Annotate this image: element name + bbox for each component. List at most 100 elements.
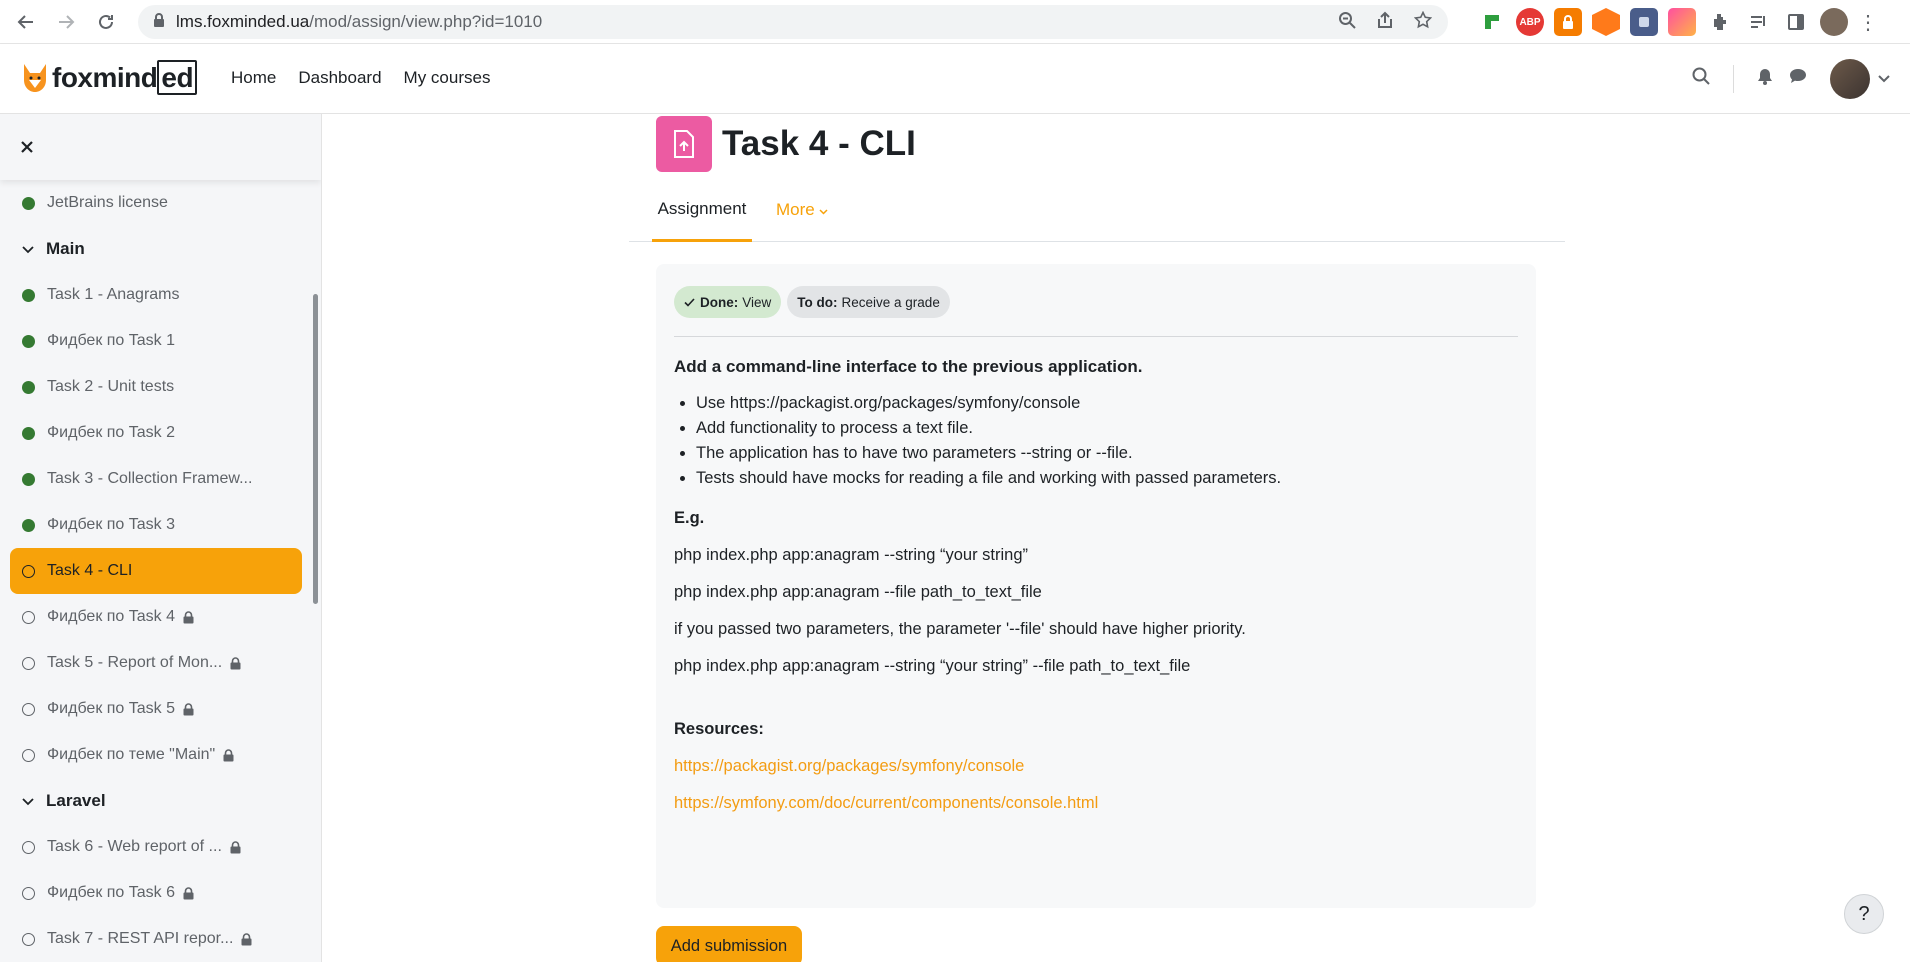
lock-icon bbox=[183, 611, 194, 624]
brave-icon[interactable] bbox=[1592, 8, 1620, 36]
completion-badges: Done: View To do: Receive a grade bbox=[674, 286, 1518, 318]
browser-toolbar: lms.foxminded.ua/mod/assign/view.php?id=… bbox=[0, 0, 1910, 44]
logo-text: foxmind ed bbox=[52, 60, 198, 95]
lock-extension-icon[interactable] bbox=[1554, 8, 1582, 36]
course-index-item[interactable]: Фидбек по Task 2 bbox=[0, 410, 312, 456]
bookmark-star-icon[interactable] bbox=[1413, 10, 1433, 34]
course-index-item[interactable]: Фидбек по Task 4 bbox=[0, 594, 312, 640]
foxminded-logo[interactable]: foxmind ed bbox=[20, 60, 198, 95]
course-index-item-label: Task 2 - Unit tests bbox=[47, 378, 175, 395]
chevron-down-icon[interactable] bbox=[1878, 70, 1890, 88]
example-line: if you passed two parameters, the parame… bbox=[674, 620, 1246, 638]
course-index-item-label: Task 3 - Collection Framew... bbox=[47, 470, 253, 487]
chevron-down-icon[interactable] bbox=[22, 241, 34, 257]
course-index-item[interactable]: Фидбек по Task 3 bbox=[0, 502, 312, 548]
green-extension-icon[interactable] bbox=[1478, 8, 1506, 36]
page-header: Task 4 - CLI bbox=[656, 116, 916, 172]
reload-icon[interactable] bbox=[86, 4, 126, 40]
zoom-icon[interactable] bbox=[1338, 11, 1356, 34]
course-index-item[interactable]: Task 5 - Report of Mon... bbox=[0, 640, 312, 686]
course-index-item-label: Фидбек по Task 6 bbox=[47, 884, 176, 901]
gradient-extension-icon[interactable] bbox=[1668, 8, 1696, 36]
add-submission-button[interactable]: Add submission bbox=[656, 926, 802, 962]
course-index-item[interactable]: Фидбек по Task 6 bbox=[0, 870, 312, 916]
course-index-item-label: Task 1 - Anagrams bbox=[47, 286, 180, 303]
completion-done-icon bbox=[22, 196, 35, 210]
tab-more[interactable]: More bbox=[776, 178, 828, 242]
nav-home[interactable]: Home bbox=[231, 68, 276, 88]
example-line: php index.php app:anagram --string “your… bbox=[674, 657, 1191, 675]
fox-logo-icon bbox=[20, 62, 50, 94]
done-badge-value: View bbox=[742, 294, 772, 310]
course-index-item[interactable]: Task 7 - REST API repor... bbox=[0, 916, 312, 962]
notifications-bell-icon[interactable] bbox=[1756, 67, 1774, 91]
user-menu[interactable] bbox=[1830, 59, 1890, 99]
divider bbox=[674, 336, 1518, 337]
drawer-scrollbar[interactable] bbox=[313, 294, 318, 604]
completion-done-icon bbox=[22, 426, 35, 440]
requirement-item: Tests should have mocks for reading a fi… bbox=[696, 466, 1518, 491]
completion-pending-icon bbox=[22, 610, 35, 624]
tab-assignment[interactable]: Assignment bbox=[652, 178, 752, 242]
url-text: lms.foxminded.ua/mod/assign/view.php?id=… bbox=[176, 12, 543, 31]
close-drawer-icon[interactable] bbox=[20, 134, 40, 160]
nav-my-courses[interactable]: My courses bbox=[404, 68, 491, 88]
help-button[interactable]: ? bbox=[1844, 894, 1884, 934]
forward-icon[interactable] bbox=[46, 4, 86, 40]
course-index-item-label: Фидбек по Task 5 bbox=[47, 700, 176, 717]
share-icon[interactable] bbox=[1376, 11, 1394, 34]
course-index-item[interactable]: Фидбек по теме "Main" bbox=[0, 732, 312, 778]
resource-link-symfony-docs[interactable]: https://symfony.com/doc/current/componen… bbox=[674, 794, 1518, 813]
course-index-drawer: JetBrains license Main Task 1 - Anagrams Фи… bbox=[0, 114, 322, 962]
puzzle-ext-icon[interactable] bbox=[1630, 8, 1658, 36]
todo-badge-label: To do: bbox=[797, 294, 838, 310]
adblock-icon[interactable]: ABP bbox=[1516, 8, 1544, 36]
nav-dashboard[interactable]: Dashboard bbox=[298, 68, 381, 88]
user-avatar[interactable] bbox=[1830, 59, 1870, 99]
section-header-laravel[interactable]: Laravel bbox=[0, 778, 312, 824]
todo-badge-value: Receive a grade bbox=[841, 294, 940, 310]
extensions-icon[interactable] bbox=[1706, 8, 1734, 36]
back-icon[interactable] bbox=[6, 4, 46, 40]
lock-icon bbox=[183, 887, 194, 900]
course-index-item-label: Task 7 - REST API repor... bbox=[47, 930, 234, 947]
messages-chat-icon[interactable] bbox=[1788, 67, 1808, 91]
completion-done-icon bbox=[22, 380, 35, 394]
course-index-item[interactable]: Task 4 - CLI bbox=[10, 548, 302, 594]
resource-link-symfony-packagist[interactable]: https://packagist.org/packages/symfony/c… bbox=[674, 757, 1518, 776]
section-header-main[interactable]: Main bbox=[0, 226, 312, 272]
course-index-item-label: Фидбек по Task 2 bbox=[47, 424, 176, 441]
completion-done-icon bbox=[22, 288, 35, 302]
side-panel-icon[interactable] bbox=[1782, 8, 1810, 36]
browser-menu-icon[interactable]: ⋮ bbox=[1858, 10, 1878, 35]
completion-pending-icon bbox=[22, 702, 35, 716]
course-index-item[interactable]: Task 3 - Collection Framew... bbox=[0, 456, 312, 502]
course-index-item-label: Task 6 - Web report of ... bbox=[47, 838, 222, 855]
completion-done-icon bbox=[22, 518, 35, 532]
course-index-item-label: Фидбек по Task 4 bbox=[47, 608, 176, 625]
requirement-item: The application has to have two paramete… bbox=[696, 441, 1518, 466]
reading-list-icon[interactable] bbox=[1744, 8, 1772, 36]
course-index-item-label: Task 4 - CLI bbox=[47, 562, 133, 579]
chevron-down-icon[interactable] bbox=[22, 793, 34, 809]
search-icon[interactable] bbox=[1691, 66, 1711, 92]
secondary-nav-tabs: Assignment More bbox=[629, 178, 1565, 242]
lock-icon bbox=[230, 841, 241, 854]
course-index-item-label: Task 5 - Report of Mon... bbox=[47, 654, 223, 671]
requirement-item: Add functionality to process a text file… bbox=[696, 416, 1518, 441]
browser-profile-avatar[interactable] bbox=[1820, 8, 1848, 36]
examples-heading: E.g. bbox=[674, 509, 705, 527]
course-index-item[interactable]: Фидбек по Task 1 bbox=[0, 318, 312, 364]
example-line: php index.php app:anagram --file path_to… bbox=[674, 583, 1042, 601]
course-index-list: JetBrains license Main Task 1 - Anagrams Фи… bbox=[0, 180, 312, 962]
site-info-icon[interactable] bbox=[152, 12, 172, 33]
course-index-item[interactable]: Фидбек по Task 5 bbox=[0, 686, 312, 732]
course-index-item[interactable]: Task 1 - Anagrams bbox=[0, 272, 312, 318]
course-index-item[interactable]: JetBrains license bbox=[0, 180, 312, 226]
address-bar[interactable]: lms.foxminded.ua/mod/assign/view.php?id=… bbox=[138, 5, 1448, 39]
course-index-item[interactable]: Task 6 - Web report of ... bbox=[0, 824, 312, 870]
header-divider bbox=[1733, 65, 1734, 93]
completion-pending-icon bbox=[22, 656, 35, 670]
course-index-item[interactable]: Task 2 - Unit tests bbox=[0, 364, 312, 410]
